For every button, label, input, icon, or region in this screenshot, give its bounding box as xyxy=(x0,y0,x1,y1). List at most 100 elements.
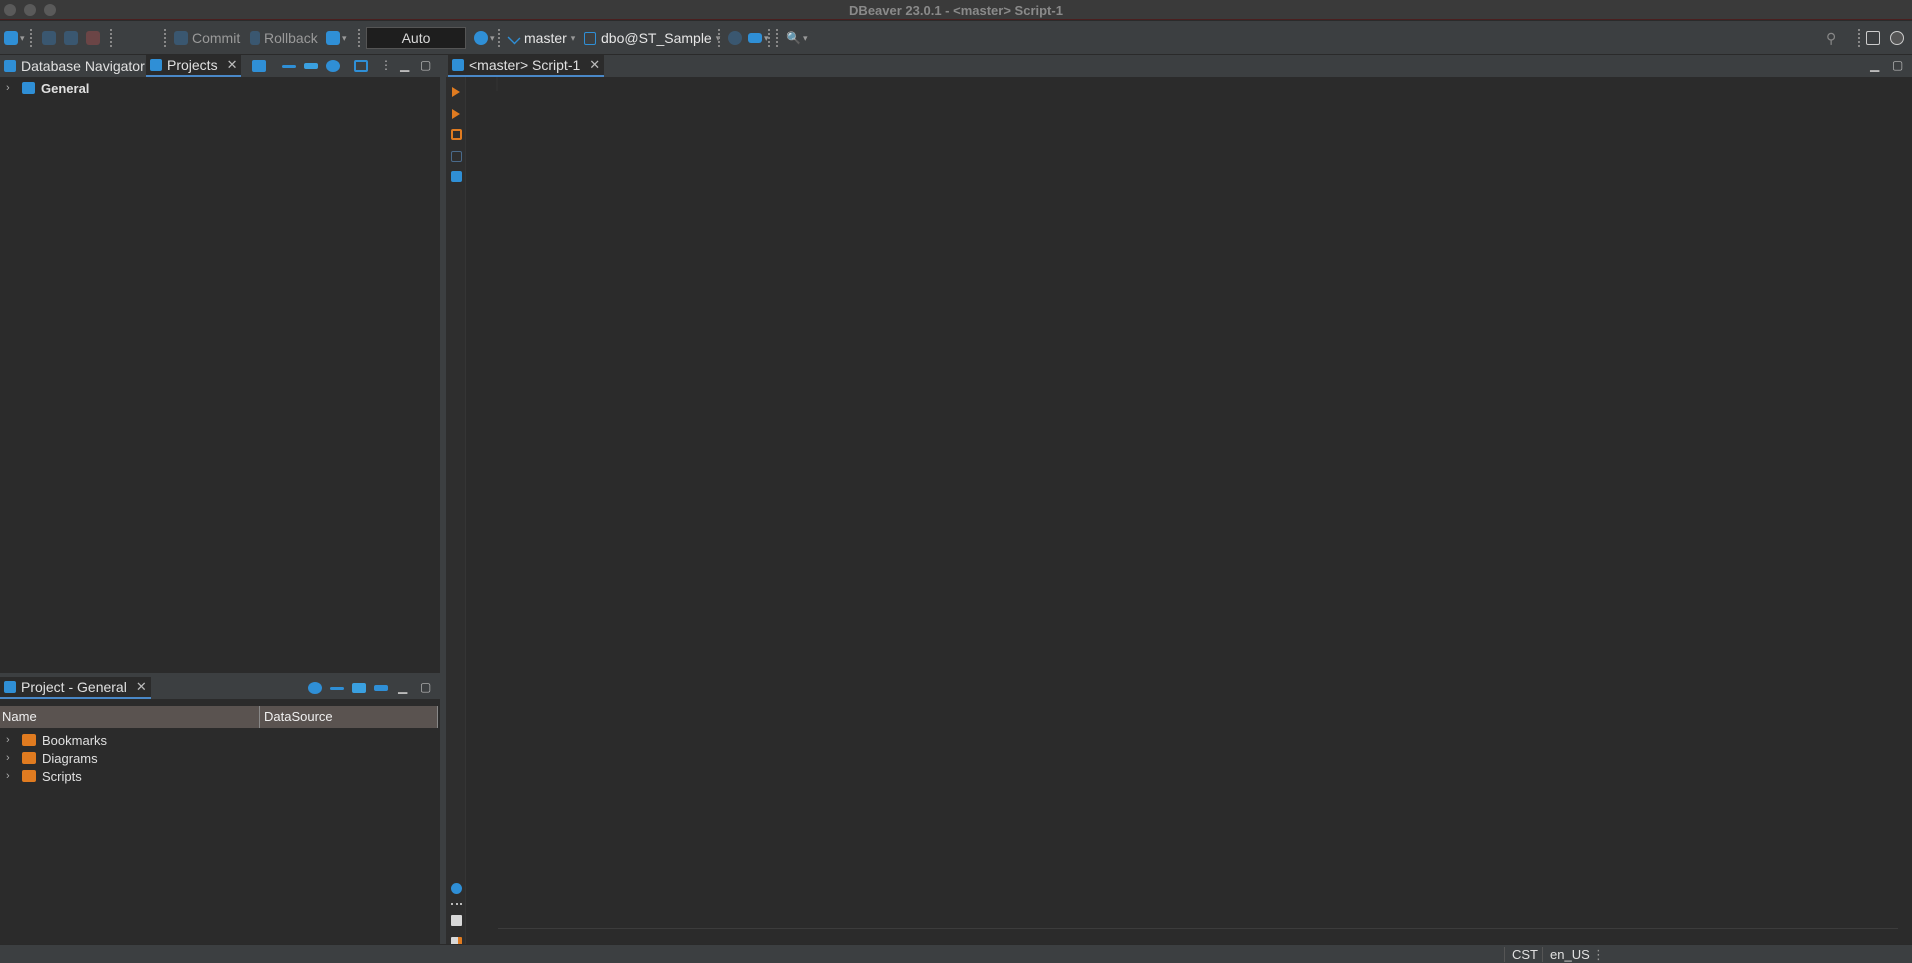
explain-plan-icon[interactable] xyxy=(451,151,462,162)
open-recent-script-button[interactable]: ▾ xyxy=(748,29,769,47)
settings-gear-icon[interactable] xyxy=(451,883,462,894)
view-menu-icon[interactable]: ⋮ xyxy=(380,58,392,72)
tree-item-scripts[interactable]: › Scripts xyxy=(6,767,82,785)
search-icon: 🔍 xyxy=(786,31,801,45)
close-icon[interactable]: ✕ xyxy=(227,57,238,73)
rollback-icon xyxy=(250,31,260,45)
timezone-status[interactable]: CST xyxy=(1512,947,1538,962)
link-editor-icon[interactable] xyxy=(304,63,318,69)
transaction-mode-field[interactable]: Auto xyxy=(366,27,466,49)
column-datasource-header[interactable]: DataSource xyxy=(260,706,438,728)
transaction-log-button[interactable]: ▾ xyxy=(474,29,495,47)
tab-projects[interactable]: Projects ✕ xyxy=(146,55,242,77)
project-icon xyxy=(4,681,16,693)
collapse-all-icon[interactable] xyxy=(330,687,344,690)
editor-tabbar: <master> Script-1 ✕ ▁ ▢ xyxy=(446,55,1912,77)
perspective-icon xyxy=(1866,31,1880,45)
tree-item-label: General xyxy=(41,80,90,96)
chevron-right-icon[interactable]: › xyxy=(6,734,16,746)
connect-icon xyxy=(42,31,56,45)
status-menu-icon[interactable]: ⋮ xyxy=(1592,947,1605,963)
projects-tabbar: Database Navigator Projects ✕ ⋮ ▁ ▢ xyxy=(0,55,440,77)
dbeaver-perspective-button[interactable] xyxy=(1890,29,1904,47)
commit-button[interactable]: Commit xyxy=(174,29,240,47)
rollback-button[interactable]: Rollback xyxy=(250,29,318,47)
global-search-button[interactable]: ⚲ xyxy=(1826,29,1836,47)
diagrams-folder-icon xyxy=(22,752,36,764)
projects-icon xyxy=(150,59,162,71)
tree-item-diagrams[interactable]: › Diagrams xyxy=(6,749,98,767)
execute-in-new-tab-icon[interactable] xyxy=(452,109,460,119)
tree-item-label: Scripts xyxy=(42,768,82,784)
sql-icon xyxy=(728,31,742,45)
disconnect-icon xyxy=(86,31,100,45)
transaction-mode-menu[interactable]: ▾ xyxy=(326,29,347,47)
sql-text-area[interactable] xyxy=(498,77,1898,927)
commit-label: Commit xyxy=(192,30,241,46)
execute-script-icon[interactable] xyxy=(451,129,462,140)
tree-item-label: Bookmarks xyxy=(42,732,108,748)
chevron-right-icon[interactable]: › xyxy=(6,752,16,764)
rollback-label: Rollback xyxy=(264,30,318,46)
project-table-header: Name DataSource xyxy=(0,706,438,728)
chevron-right-icon[interactable]: › xyxy=(6,770,16,782)
tab-database-navigator[interactable]: Database Navigator xyxy=(0,55,149,77)
disconnect-button[interactable] xyxy=(86,29,100,47)
close-icon[interactable]: ✕ xyxy=(589,57,600,73)
minimize-icon[interactable]: ▁ xyxy=(1870,58,1879,72)
minimize-icon[interactable]: ▁ xyxy=(400,58,409,72)
minimize-icon[interactable]: ▁ xyxy=(398,680,407,694)
sql-editor-button[interactable] xyxy=(728,29,742,47)
bookmarks-folder-icon xyxy=(22,734,36,746)
settings-gear-icon[interactable] xyxy=(326,60,340,72)
tree-item-bookmarks[interactable]: › Bookmarks xyxy=(6,731,107,749)
maximize-icon[interactable]: ▢ xyxy=(1892,58,1903,72)
title-bar: DBeaver 23.0.1 - <master> Script-1 xyxy=(0,0,1912,20)
execute-statement-icon[interactable] xyxy=(452,87,460,97)
tab-projects-label: Projects xyxy=(167,57,218,73)
search-menu-button[interactable]: 🔍 ▾ xyxy=(786,29,807,47)
more-icon[interactable] xyxy=(451,903,462,905)
main-toolbar: ▾ Commit Rollback ▾ Auto ▾ master ▾ dbo@S… xyxy=(0,21,1912,55)
close-icon[interactable]: ✕ xyxy=(136,679,147,695)
settings-gear-icon[interactable] xyxy=(308,682,322,694)
tab-project-general-label: Project - General xyxy=(21,679,127,695)
open-perspective-button[interactable] xyxy=(1866,29,1880,47)
scripts-folder-icon xyxy=(22,770,36,782)
sql-editor: <master> Script-1 ✕ ▁ ▢ xyxy=(446,55,1912,963)
link-editor-icon[interactable] xyxy=(374,685,388,691)
commit-icon xyxy=(174,31,188,45)
locale-status[interactable]: en_US xyxy=(1550,947,1590,962)
new-connection-button[interactable]: ▾ xyxy=(4,29,25,47)
maximize-icon[interactable]: ▢ xyxy=(420,58,431,72)
collapse-all-icon[interactable] xyxy=(282,65,296,68)
schema-selector[interactable]: dbo@ST_Sample ▾ xyxy=(584,29,720,47)
reconnect-button[interactable] xyxy=(64,29,78,47)
reconnect-icon xyxy=(64,31,78,45)
editor-action-ruler xyxy=(446,77,466,963)
plug-icon xyxy=(4,31,18,45)
project-general-view: Project - General ✕ ▁ ▢ Name DataSource … xyxy=(0,677,440,944)
column-name-header[interactable]: Name xyxy=(0,706,260,728)
maximize-icon[interactable]: ▢ xyxy=(420,680,431,694)
project-icon xyxy=(22,82,35,94)
tab-project-general[interactable]: Project - General ✕ xyxy=(0,677,151,699)
dbeaver-icon xyxy=(1890,31,1904,45)
terminal-icon[interactable] xyxy=(451,171,462,182)
new-script-icon[interactable] xyxy=(451,915,462,926)
datasource-selector[interactable]: master ▾ xyxy=(507,29,575,47)
tab-database-navigator-label: Database Navigator xyxy=(21,58,145,74)
tree-item-label: Diagrams xyxy=(42,750,98,766)
connect-button[interactable] xyxy=(42,29,56,47)
tree-item-general[interactable]: › General xyxy=(6,79,89,97)
add-icon[interactable] xyxy=(352,683,366,693)
schema-label: dbo@ST_Sample xyxy=(601,30,712,46)
configure-icon[interactable] xyxy=(252,60,266,72)
datasource-label: master xyxy=(524,30,567,46)
tab-script-1-label: <master> Script-1 xyxy=(469,57,581,73)
tab-script-1[interactable]: <master> Script-1 ✕ xyxy=(448,55,605,77)
chevron-right-icon[interactable]: › xyxy=(6,82,16,94)
link-icon[interactable] xyxy=(354,60,368,72)
project-general-tabbar: Project - General ✕ ▁ ▢ xyxy=(0,677,440,699)
transaction-icon xyxy=(326,31,340,45)
